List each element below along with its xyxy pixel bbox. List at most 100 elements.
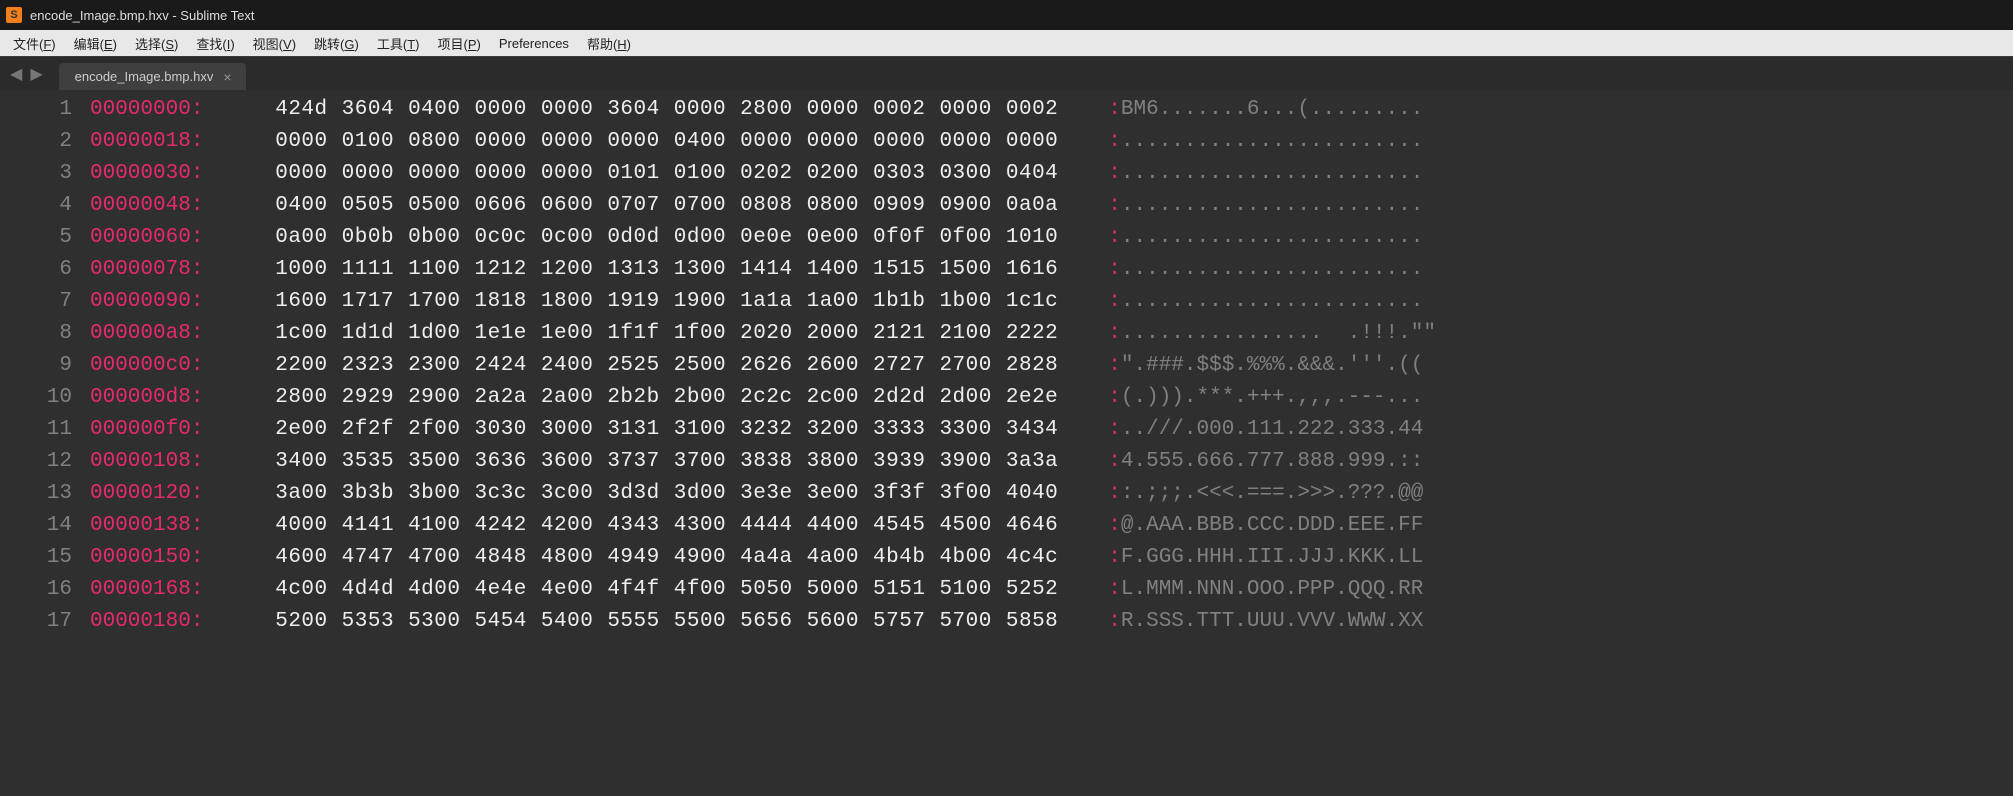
menu-item[interactable]: 选择(S) (126, 31, 187, 56)
line-number: 6 (0, 254, 90, 286)
hex-bytes: 2200232323002424240025252500262626002727… (250, 350, 1072, 382)
hex-address: 00000078: (90, 254, 250, 286)
hex-address: 00000108: (90, 446, 250, 478)
editor-area[interactable]: 100000000: 424d3604040000000000360400002… (0, 90, 2013, 796)
menu-item[interactable]: 视图(V) (244, 31, 305, 56)
ascii-column: :R.SSS.TTT.UUU.VVV.WWW.XX (1108, 606, 1423, 638)
hex-address: 00000138: (90, 510, 250, 542)
hex-bytes: 0400050505000606060007070700080808000909… (250, 190, 1072, 222)
hex-bytes: 3400353535003636360037373700383838003939… (250, 446, 1072, 478)
line-number: 7 (0, 286, 90, 318)
menu-item[interactable]: Preferences (490, 33, 578, 54)
ascii-column: :........................ (1108, 286, 1423, 318)
hex-bytes: 2e002f2f2f003030300031313100323232003333… (250, 414, 1072, 446)
hex-bytes: 3a003b3b3b003c3c3c003d3d3d003e3e3e003f3f… (250, 478, 1072, 510)
hex-bytes: 5200535353005454540055555500565656005757… (250, 606, 1072, 638)
editor-line: 1600000168: 4c004d4d4d004e4e4e004f4f4f00… (0, 574, 2013, 606)
ascii-column: :F.GGG.HHH.III.JJJ.KKK.LL (1108, 542, 1423, 574)
line-number: 9 (0, 350, 90, 382)
nav-back-icon[interactable]: ◀ (6, 64, 26, 84)
menu-item[interactable]: 帮助(H) (578, 31, 640, 56)
line-number: 5 (0, 222, 90, 254)
hex-address: 000000d8: (90, 382, 250, 414)
hex-address: 00000048: (90, 190, 250, 222)
line-number: 2 (0, 126, 90, 158)
ascii-column: :BM6.......6...(......... (1108, 94, 1423, 126)
hex-bytes: 424d360404000000000036040000280000000002… (250, 94, 1072, 126)
line-number: 1 (0, 94, 90, 126)
hex-address: 000000a8: (90, 318, 250, 350)
ascii-column: :".###.$$$.%%%.&&&.'''.(( (1108, 350, 1423, 382)
editor-line: 300000030: 00000000000000000000010101000… (0, 158, 2013, 190)
ascii-column: :@.AAA.BBB.CCC.DDD.EEE.FF (1108, 510, 1423, 542)
line-number: 3 (0, 158, 90, 190)
menu-item[interactable]: 编辑(E) (65, 31, 126, 56)
close-icon[interactable]: × (223, 70, 231, 84)
hex-address: 00000168: (90, 574, 250, 606)
hex-bytes: 2800292929002a2a2a002b2b2b002c2c2c002d2d… (250, 382, 1072, 414)
ascii-column: :........................ (1108, 254, 1423, 286)
line-number: 12 (0, 446, 90, 478)
ascii-column: :........................ (1108, 126, 1423, 158)
editor-line: 400000048: 04000505050006060600070707000… (0, 190, 2013, 222)
hex-bytes: 1c001d1d1d001e1e1e001f1f1f00202020002121… (250, 318, 1072, 350)
hex-bytes: 4c004d4d4d004e4e4e004f4f4f00505050005151… (250, 574, 1072, 606)
ascii-column: :........................ (1108, 222, 1423, 254)
line-number: 14 (0, 510, 90, 542)
line-number: 16 (0, 574, 90, 606)
ascii-column: :........................ (1108, 190, 1423, 222)
editor-line: 1500000150: 4600474747004848480049494900… (0, 542, 2013, 574)
editor-line: 8000000a8: 1c001d1d1d001e1e1e001f1f1f002… (0, 318, 2013, 350)
hex-address: 00000180: (90, 606, 250, 638)
hex-bytes: 16001717170018181800191919001a1a1a001b1b… (250, 286, 1072, 318)
hex-address: 000000c0: (90, 350, 250, 382)
editor-line: 11000000f0: 2e002f2f2f003030300031313100… (0, 414, 2013, 446)
menu-item[interactable]: 项目(P) (428, 31, 489, 56)
ascii-column: :(.))).***.+++.,,,.---... (1108, 382, 1423, 414)
editor-line: 200000018: 00000100080000000000000004000… (0, 126, 2013, 158)
hex-bytes: 0000010008000000000000000400000000000000… (250, 126, 1072, 158)
menu-item[interactable]: 跳转(G) (305, 31, 368, 56)
tab-bar: encode_Image.bmp.hxv × (59, 57, 246, 90)
editor-line: 9000000c0: 22002323230024242400252525002… (0, 350, 2013, 382)
menubar: 文件(F)编辑(E)选择(S)查找(I)视图(V)跳转(G)工具(T)项目(P)… (0, 30, 2013, 56)
menu-item[interactable]: 文件(F) (4, 31, 65, 56)
menu-item[interactable]: 工具(T) (368, 31, 429, 56)
hex-address: 000000f0: (90, 414, 250, 446)
nav-row: ◀ ▶ encode_Image.bmp.hxv × (0, 56, 2013, 90)
editor-line: 100000000: 424d3604040000000000360400002… (0, 94, 2013, 126)
tab-title: encode_Image.bmp.hxv (75, 69, 214, 84)
hex-address: 00000000: (90, 94, 250, 126)
hex-bytes: 1000111111001212120013131300141414001515… (250, 254, 1072, 286)
editor-line: 1200000108: 3400353535003636360037373700… (0, 446, 2013, 478)
hex-address: 00000030: (90, 158, 250, 190)
line-number: 13 (0, 478, 90, 510)
menu-item[interactable]: 查找(I) (187, 31, 243, 56)
hex-address: 00000150: (90, 542, 250, 574)
hex-bytes: 0a000b0b0b000c0c0c000d0d0d000e0e0e000f0f… (250, 222, 1072, 254)
tab-active[interactable]: encode_Image.bmp.hxv × (59, 63, 246, 90)
line-number: 11 (0, 414, 90, 446)
hex-bytes: 46004747470048484800494949004a4a4a004b4b… (250, 542, 1072, 574)
titlebar: S encode_Image.bmp.hxv - Sublime Text (0, 0, 2013, 30)
window-title: encode_Image.bmp.hxv - Sublime Text (30, 8, 255, 23)
line-number: 15 (0, 542, 90, 574)
hex-address: 00000060: (90, 222, 250, 254)
hex-bytes: 4000414141004242420043434300444444004545… (250, 510, 1072, 542)
nav-forward-icon[interactable]: ▶ (26, 64, 46, 84)
ascii-column: :..///.000.111.222.333.44 (1108, 414, 1423, 446)
ascii-column: :................ .!!!."" (1108, 318, 1436, 350)
editor-line: 1700000180: 5200535353005454540055555500… (0, 606, 2013, 638)
hex-bytes: 0000000000000000000001010100020202000303… (250, 158, 1072, 190)
line-number: 10 (0, 382, 90, 414)
line-number: 4 (0, 190, 90, 222)
editor-line: 1300000120: 3a003b3b3b003c3c3c003d3d3d00… (0, 478, 2013, 510)
editor-line: 500000060: 0a000b0b0b000c0c0c000d0d0d000… (0, 222, 2013, 254)
ascii-column: :L.MMM.NNN.OOO.PPP.QQQ.RR (1108, 574, 1423, 606)
ascii-column: :........................ (1108, 158, 1423, 190)
line-number: 17 (0, 606, 90, 638)
editor-line: 700000090: 16001717170018181800191919001… (0, 286, 2013, 318)
ascii-column: :4.555.666.777.888.999.:: (1108, 446, 1423, 478)
hex-address: 00000018: (90, 126, 250, 158)
hex-address: 00000090: (90, 286, 250, 318)
